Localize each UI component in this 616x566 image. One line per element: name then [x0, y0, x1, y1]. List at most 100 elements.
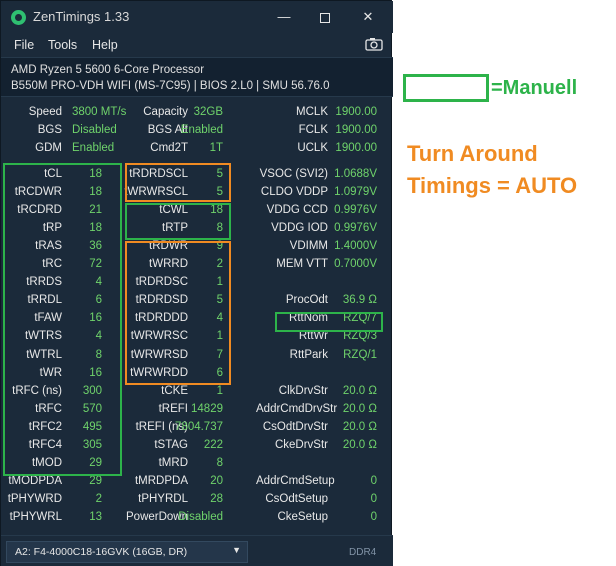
timing-value: 20: [210, 474, 223, 487]
timing-value: 14829: [191, 402, 223, 415]
timing-label: tWTRL: [26, 348, 62, 361]
timing-label: tFAW: [34, 312, 62, 325]
timing-label: tRCDRD: [17, 204, 62, 217]
maximize-icon: [320, 12, 330, 23]
timing-label: tRC: [42, 258, 62, 271]
timing-value: 16: [89, 312, 102, 325]
timing-value: 6: [216, 366, 223, 379]
timing-value: 1: [216, 330, 223, 343]
spec-value: 1900.00: [335, 142, 377, 155]
zentimings-window: ZenTimings 1.33 — ✕ File Tools Help AMD …: [0, 0, 393, 566]
timing-value: 20.0 Ω: [342, 384, 377, 397]
spec-value: 32GB: [193, 106, 223, 118]
timing-value: 2: [95, 492, 102, 505]
timing-value: RZQ/3: [343, 330, 377, 343]
timing-value: 18: [210, 204, 223, 217]
timing-value: 0.9976V: [334, 204, 377, 217]
memory-module-value: A2: F4-4000C18-16GVK (16GB, DR): [15, 546, 188, 558]
cpu-name: AMD Ryzen 5 5600 6-Core Processor: [11, 64, 205, 76]
timing-value: 72: [89, 258, 102, 271]
timing-value: 0.7000V: [334, 258, 377, 271]
timing-label: tRP: [42, 222, 62, 235]
timing-label: tRFC2: [28, 420, 62, 433]
timing-label: tPHYWRD: [7, 492, 62, 505]
menu-help[interactable]: Help: [92, 38, 118, 52]
timing-value: 2: [216, 258, 223, 271]
timing-value: 28: [210, 492, 223, 505]
title-bar[interactable]: ZenTimings 1.33 — ✕: [1, 1, 393, 33]
timing-label: tPHYWRL: [9, 510, 62, 523]
timing-value: 8: [216, 456, 223, 469]
timing-value: RZQ/1: [343, 348, 377, 361]
timing-value: 5: [216, 186, 223, 199]
memory-type-label: DDR4: [349, 547, 377, 558]
maximize-button[interactable]: [310, 5, 340, 29]
timing-value: 0: [370, 492, 377, 505]
timing-value: 20.0 Ω: [342, 438, 377, 451]
timing-value: 7804.737: [175, 420, 223, 433]
timing-value: 4: [216, 312, 223, 325]
spec-label: BGS: [37, 124, 62, 137]
timing-value: 0: [370, 510, 377, 523]
timing-value: 36.9 Ω: [342, 294, 377, 307]
timing-value: 8: [216, 222, 223, 235]
timing-label: tWTRS: [24, 330, 62, 343]
timing-value: 305: [82, 438, 102, 451]
timing-value: 6: [95, 294, 102, 307]
close-button[interactable]: ✕: [353, 5, 383, 29]
auto-legend-label-line2: Timings = AUTO: [407, 173, 578, 198]
timing-value: 1: [216, 276, 223, 289]
spec-label: GDM: [35, 142, 62, 155]
timing-value: 20.0 Ω: [342, 420, 377, 433]
timing-value: 16: [89, 366, 102, 379]
menu-file[interactable]: File: [14, 38, 34, 52]
spec-value: 1900.00: [335, 106, 377, 118]
timing-value: 18: [89, 186, 102, 199]
timing-label: tWR: [39, 366, 62, 379]
menu-bar: File Tools Help: [1, 33, 393, 57]
timing-value: 8: [95, 348, 102, 361]
camera-icon[interactable]: [365, 37, 383, 51]
timing-value: 29: [89, 474, 102, 487]
timing-value: 13: [89, 510, 102, 523]
status-bar: A2: F4-4000C18-16GVK (16GB, DR) ▼ DDR4: [1, 535, 393, 566]
spec-label: FCLK: [298, 124, 328, 137]
timing-label: tRFC (ns): [12, 384, 62, 397]
menu-tools[interactable]: Tools: [48, 38, 77, 52]
timing-value: 4: [95, 330, 102, 343]
timing-value: 1.0979V: [334, 186, 377, 199]
timing-value: 36: [89, 240, 102, 253]
memory-module-select[interactable]: A2: F4-4000C18-16GVK (16GB, DR) ▼: [6, 541, 248, 563]
spec-value: 1900.00: [335, 124, 377, 137]
timing-value: 5: [216, 168, 223, 180]
manual-legend-swatch: [403, 74, 489, 102]
timing-value: 20.0 Ω: [342, 402, 377, 415]
spec-value: Enabled: [180, 124, 223, 137]
timing-label: tRFC4: [28, 438, 62, 451]
timing-value: 1.0688V: [334, 168, 377, 180]
timing-label: tRRDL: [27, 294, 62, 307]
spec-value: 1T: [209, 142, 223, 155]
board-info: B550M PRO-VDH WIFI (MS-7C95) | BIOS 2.L0…: [11, 80, 330, 92]
timing-value: 495: [82, 420, 102, 433]
manual-legend-label: =Manuell: [491, 77, 578, 99]
spec-label: MCLK: [296, 106, 328, 118]
timing-value: 5: [216, 294, 223, 307]
timing-label: tMODPDA: [8, 474, 62, 487]
window-title: ZenTimings 1.33: [33, 9, 130, 24]
timing-value: 0.9976V: [334, 222, 377, 235]
app-logo-icon: [11, 10, 26, 25]
spec-label: UCLK: [297, 142, 328, 155]
timing-value: 18: [89, 222, 102, 235]
spec-label: Speed: [28, 106, 62, 118]
timing-value: 1.4000V: [334, 240, 377, 253]
timing-value: 18: [89, 168, 102, 180]
timing-label: tRCDWR: [14, 186, 62, 199]
minimize-button[interactable]: —: [269, 5, 299, 29]
timing-label: tMOD: [31, 456, 62, 469]
timing-value: 9: [216, 240, 223, 253]
timing-value: 1: [216, 384, 223, 397]
timing-value: 300: [82, 384, 102, 397]
timing-value: Disabled: [178, 510, 223, 523]
timing-value: 222: [203, 438, 223, 451]
